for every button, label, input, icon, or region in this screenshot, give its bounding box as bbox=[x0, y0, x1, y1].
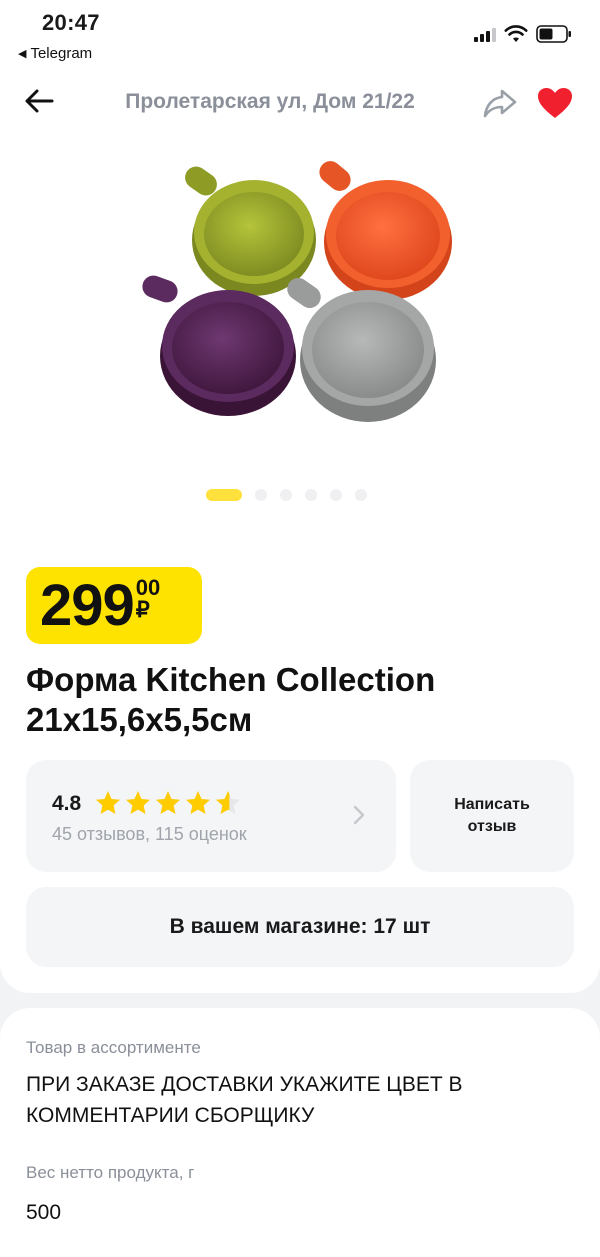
arrow-left-icon[interactable] bbox=[22, 84, 56, 118]
star-icon bbox=[96, 791, 120, 814]
price-badge: 299 00 ₽ bbox=[26, 567, 202, 644]
rating-stars bbox=[94, 789, 242, 817]
grey-bowl bbox=[287, 277, 436, 422]
weight-label: Вес нетто продукта, г bbox=[26, 1163, 195, 1182]
ruble-sign: ₽ bbox=[135, 597, 150, 622]
status-time: 20:47 bbox=[42, 10, 100, 35]
product-image[interactable] bbox=[120, 150, 480, 440]
weight-value: 500 bbox=[26, 1201, 62, 1224]
gallery-dot-1[interactable] bbox=[206, 489, 242, 501]
assortment-value: ПРИ ЗАКАЗЕ ДОСТАВКИ УКАЖИТЕ ЦВЕТ В КОММЕ… bbox=[26, 1073, 463, 1127]
back-triangle-icon: ◀ bbox=[18, 48, 27, 60]
purple-bowl bbox=[142, 275, 296, 416]
star-icon bbox=[156, 791, 180, 814]
store-address[interactable]: Пролетарская ул, Дом 21/22 bbox=[90, 90, 450, 114]
heart-icon[interactable] bbox=[536, 86, 574, 120]
gallery-dot-6[interactable] bbox=[355, 489, 367, 501]
share-icon[interactable] bbox=[482, 86, 518, 120]
gallery-dot-5[interactable] bbox=[330, 489, 342, 501]
back-to-app-link[interactable]: ◀ Telegram bbox=[18, 45, 92, 62]
assortment-label: Товар в ассортименте bbox=[26, 1038, 201, 1057]
gallery-pagination bbox=[206, 489, 367, 501]
reviews-count: 45 отзывов, 115 оценок bbox=[52, 824, 247, 844]
star-icon bbox=[126, 791, 150, 814]
gallery-dot-3[interactable] bbox=[280, 489, 292, 501]
gallery-dot-4[interactable] bbox=[305, 489, 317, 501]
price-rubles: 299 bbox=[40, 573, 135, 638]
price-kopecks: 00 bbox=[135, 575, 161, 600]
rating-card[interactable]: 4.8 45 отзывов, 115 оценок bbox=[26, 760, 396, 872]
gallery-dot-2[interactable] bbox=[255, 489, 267, 501]
battery-icon bbox=[536, 25, 571, 43]
product-details: Товар в ассортименте ПРИ ЗАКАЗЕ ДОСТАВКИ… bbox=[0, 1008, 600, 1257]
write-review-button[interactable]: Написать отзыв bbox=[410, 760, 574, 872]
chevron-right-icon bbox=[353, 805, 365, 825]
back-app-label: Telegram bbox=[30, 45, 93, 62]
green-bowl bbox=[185, 166, 316, 296]
star-icon bbox=[216, 791, 240, 814]
product-title-line2: 21х15,6х5,5см bbox=[26, 701, 253, 738]
product-title: Форма Kitchen Collection 21х15,6х5,5см bbox=[26, 660, 566, 740]
star-icon bbox=[186, 791, 210, 814]
wifi-icon bbox=[504, 25, 528, 42]
product-title-line1: Форма Kitchen Collection bbox=[26, 661, 436, 698]
rating-value: 4.8 bbox=[52, 792, 82, 815]
cellular-signal-icon bbox=[474, 28, 496, 42]
store-stock[interactable]: В вашем магазине: 17 шт bbox=[26, 887, 574, 967]
orange-bowl bbox=[319, 161, 452, 300]
